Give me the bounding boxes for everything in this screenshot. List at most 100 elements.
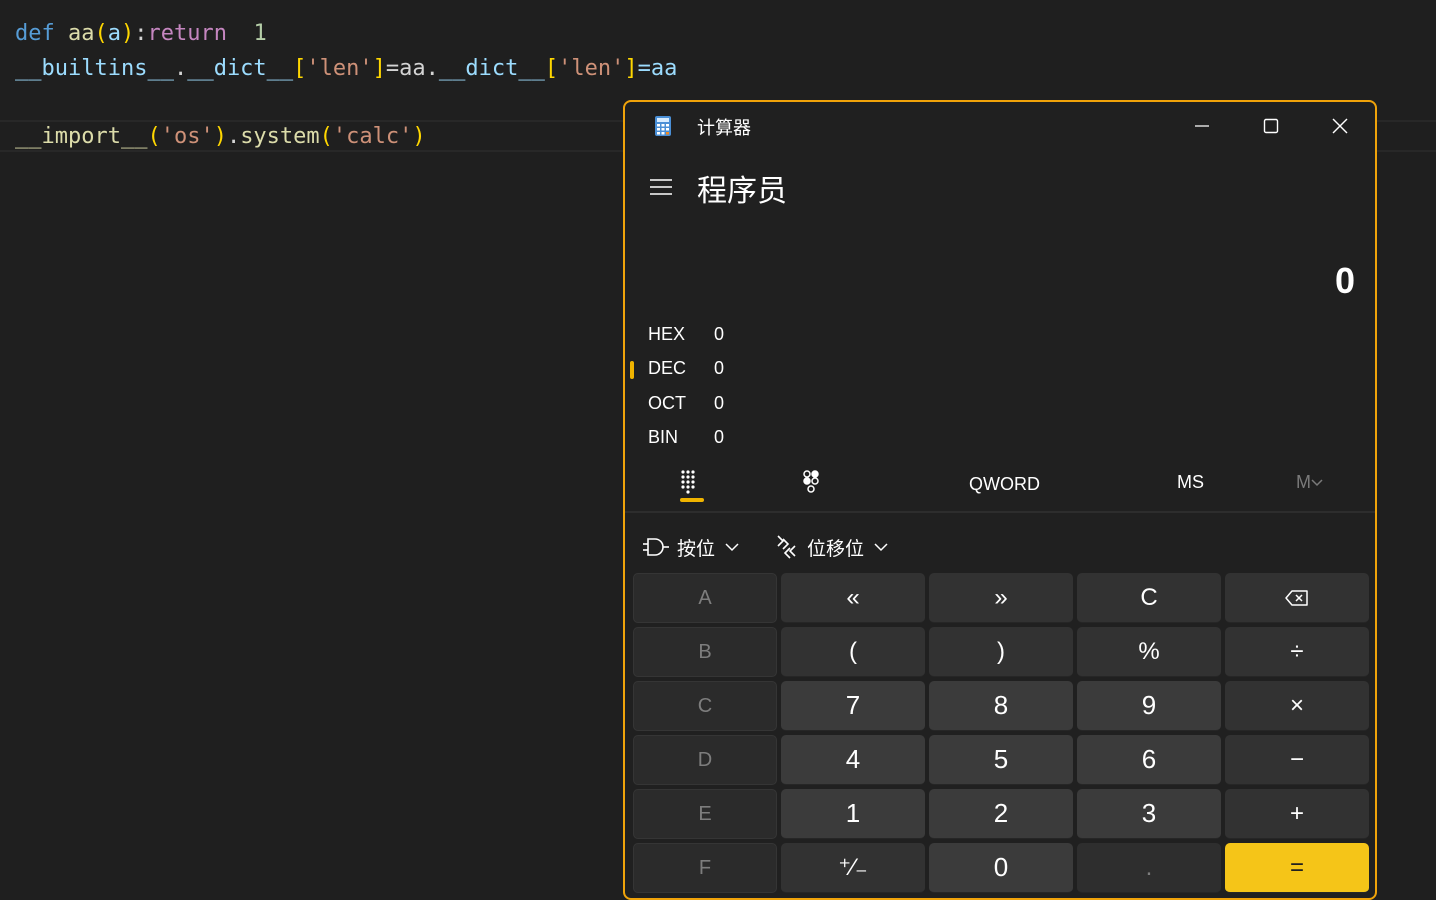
key-label: = [1289, 853, 1304, 881]
code-token: __builtins__ [15, 56, 174, 81]
add-button[interactable]: + [1225, 789, 1369, 839]
bitwise-dropdown[interactable]: 按位 [643, 530, 739, 564]
key-label: E [698, 802, 712, 825]
equals-button[interactable]: = [1225, 843, 1369, 893]
bitshift-label: 位移位 [807, 537, 865, 560]
code-line-1[interactable]: def aa(a):return 1 [15, 17, 267, 51]
bitwise-label: 按位 [677, 537, 716, 560]
memory-list-button[interactable]: M [1296, 472, 1323, 493]
code-token: 'len' [558, 56, 625, 81]
code-token: 'os' [160, 124, 214, 149]
subtract-button[interactable]: − [1225, 735, 1369, 785]
close-icon [1332, 118, 1348, 134]
bitshift-dropdown[interactable]: 位移位 [775, 530, 888, 564]
code-token: aa [68, 21, 95, 46]
key-label: ) [997, 637, 1005, 665]
code-token: ) [213, 124, 227, 149]
selected-radix-indicator [630, 361, 634, 379]
decimal-button[interactable]: . [1077, 843, 1221, 893]
title-bar[interactable]: 计算器 [625, 102, 1375, 150]
digit-2-button[interactable]: 2 [929, 789, 1073, 839]
calculator-app-icon [655, 116, 671, 136]
digit-9-button[interactable]: 9 [1077, 681, 1221, 731]
key-label: + [1289, 799, 1304, 827]
code-line-4[interactable]: __import__('os').system('calc') [15, 120, 426, 154]
code-token: 1 [253, 21, 267, 46]
window-title: 计算器 [697, 118, 751, 139]
radix-value: 0 [714, 324, 725, 344]
backspace-button[interactable] [1225, 573, 1369, 623]
code-token: =aa [637, 56, 678, 81]
open-paren-button[interactable]: ( [781, 627, 925, 677]
logic-gate-icon [643, 538, 669, 556]
digit-0-button[interactable]: 0 [929, 843, 1073, 893]
code-token: system [240, 124, 320, 149]
code-line-2[interactable]: __builtins__.__dict__['len']=aa.__dict__… [15, 52, 677, 86]
digit-1-button[interactable]: 1 [781, 789, 925, 839]
full-keypad-icon[interactable] [675, 468, 705, 498]
key-label: 1 [845, 798, 861, 828]
clear-button[interactable]: C [1077, 573, 1221, 623]
maximize-button[interactable] [1249, 110, 1293, 142]
hex-key-a-button[interactable]: A [633, 573, 777, 623]
minimize-button[interactable] [1180, 110, 1224, 142]
code-token: : [134, 21, 148, 46]
close-paren-button[interactable]: ) [929, 627, 1073, 677]
radix-value: 0 [714, 358, 725, 378]
digit-4-button[interactable]: 4 [781, 735, 925, 785]
maximize-icon [1263, 118, 1279, 134]
code-token: . [173, 56, 188, 81]
radix-row-oct[interactable]: OCT 0 [625, 389, 925, 419]
modulo-button[interactable]: % [1077, 627, 1221, 677]
code-token: ] [372, 56, 386, 81]
digit-5-button[interactable]: 5 [929, 735, 1073, 785]
radix-row-bin[interactable]: BIN 0 [625, 423, 925, 453]
code-token: [ [293, 56, 307, 81]
radix-label: OCT [648, 393, 686, 413]
close-button[interactable] [1318, 110, 1362, 142]
radix-row-dec[interactable]: DEC 0 [625, 354, 925, 384]
divide-button[interactable]: ÷ [1225, 627, 1369, 677]
code-token: ) [121, 21, 135, 46]
key-label: 0 [993, 852, 1009, 882]
hex-key-b-button[interactable]: B [633, 627, 777, 677]
negate-button[interactable]: ⁺∕₋ [781, 843, 925, 893]
code-token: return [147, 21, 227, 46]
result-display: 0 [1334, 260, 1355, 301]
key-label: 6 [1141, 744, 1157, 774]
key-label: 8 [993, 690, 1009, 720]
hex-key-e-button[interactable]: E [633, 789, 777, 839]
digit-7-button[interactable]: 7 [781, 681, 925, 731]
digit-3-button[interactable]: 3 [1077, 789, 1221, 839]
hex-key-f-button[interactable]: F [633, 843, 777, 893]
word-size-button[interactable]: QWORD [969, 474, 1040, 495]
memory-store-button[interactable]: MS [1177, 472, 1204, 493]
chevron-down-icon [874, 543, 888, 552]
hamburger-menu-icon[interactable] [650, 178, 672, 196]
code-token: a [107, 21, 121, 46]
key-label: 5 [993, 744, 1009, 774]
hex-key-c-button[interactable]: C [633, 681, 777, 731]
shift-left-button[interactable]: « [781, 573, 925, 623]
key-label: . [1145, 853, 1153, 881]
shift-right-button[interactable]: » [929, 573, 1073, 623]
key-label: ( [849, 637, 857, 665]
hex-key-d-button[interactable]: D [633, 735, 777, 785]
key-label: % [1138, 637, 1160, 665]
code-token: ] [624, 56, 638, 81]
bit-toggle-keypad-icon[interactable] [799, 468, 823, 498]
key-label: 3 [1141, 798, 1157, 828]
key-label: 2 [993, 798, 1009, 828]
code-token: 'len' [306, 56, 373, 81]
key-label: F [698, 856, 712, 879]
digit-6-button[interactable]: 6 [1077, 735, 1221, 785]
radix-row-hex[interactable]: HEX 0 [625, 320, 925, 350]
key-label: 4 [845, 744, 861, 774]
radix-label: HEX [648, 324, 686, 344]
multiply-button[interactable]: × [1225, 681, 1369, 731]
chevron-down-icon [725, 543, 739, 552]
code-token: ( [94, 21, 108, 46]
digit-8-button[interactable]: 8 [929, 681, 1073, 731]
